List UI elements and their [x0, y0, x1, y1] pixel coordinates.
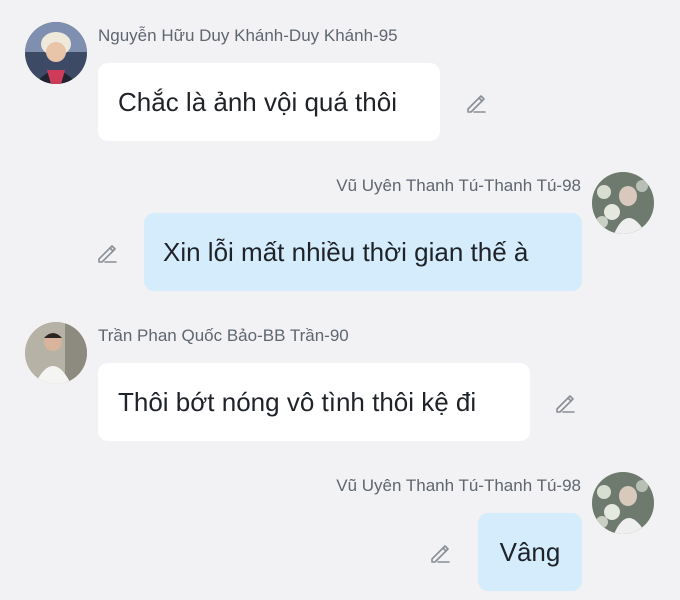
sender-name: Trần Phan Quốc Bảo-BB Trần-90 — [98, 326, 349, 345]
sender-name: Vũ Uyên Thanh Tú-Thanh Tú-98 — [336, 176, 581, 195]
message-bubble[interactable]: Xin lỗi mất nhiều thời gian thế à — [144, 213, 582, 291]
message-bubble[interactable]: Thôi bớt nóng vô tình thôi kệ đi — [98, 363, 530, 441]
message-bubble[interactable]: Chắc là ảnh vội quá thôi — [98, 63, 440, 141]
pencil-icon[interactable] — [94, 240, 120, 266]
sender-name: Nguyễn Hữu Duy Khánh-Duy Khánh-95 — [98, 26, 398, 45]
avatar[interactable] — [25, 322, 87, 384]
pencil-icon[interactable] — [427, 540, 453, 566]
pencil-icon[interactable] — [463, 90, 489, 116]
avatar[interactable] — [25, 22, 87, 84]
sender-name: Vũ Uyên Thanh Tú-Thanh Tú-98 — [336, 476, 581, 495]
avatar[interactable] — [592, 172, 654, 234]
pencil-icon[interactable] — [552, 390, 578, 416]
message-bubble[interactable]: Vâng — [478, 513, 582, 591]
avatar[interactable] — [592, 472, 654, 534]
